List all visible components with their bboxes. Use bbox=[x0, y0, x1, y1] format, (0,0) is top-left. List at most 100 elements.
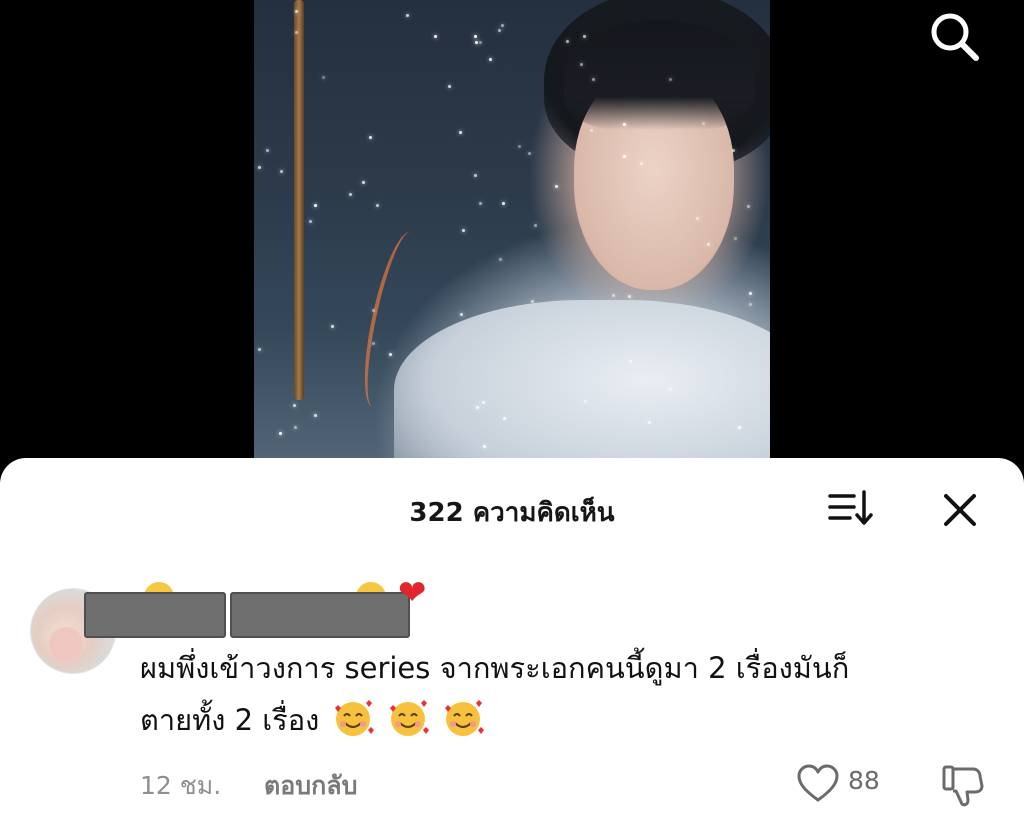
sparkle bbox=[503, 417, 506, 420]
sparkle bbox=[372, 309, 375, 312]
redacted-username bbox=[230, 592, 410, 638]
comment-text-line1: ผมพึ่งเข้าวงการ series จากพระเอกคนนี้ดูม… bbox=[140, 651, 850, 685]
sparkle bbox=[534, 224, 537, 227]
sort-button[interactable] bbox=[826, 488, 876, 528]
sparkle bbox=[434, 35, 437, 38]
smiling-face-with-hearts-icon bbox=[389, 700, 429, 736]
video-robe bbox=[394, 300, 770, 470]
sparkle bbox=[580, 63, 583, 66]
sparkle bbox=[669, 388, 672, 391]
sparkle bbox=[702, 122, 705, 125]
sparkle bbox=[531, 300, 534, 303]
sparkle bbox=[369, 136, 372, 139]
sparkle bbox=[266, 149, 269, 152]
sparkle bbox=[258, 166, 261, 169]
sparkle bbox=[258, 348, 261, 351]
username-row: ❤ bbox=[84, 573, 460, 644]
sparkle bbox=[295, 10, 298, 13]
sparkle bbox=[475, 41, 478, 44]
comments-title-label: ความคิดเห็น bbox=[472, 498, 615, 528]
sparkle bbox=[584, 400, 587, 403]
sparkle bbox=[280, 170, 283, 173]
sparkle bbox=[372, 342, 375, 345]
sparkle bbox=[322, 76, 325, 79]
like-count: 88 bbox=[848, 766, 880, 795]
sparkle bbox=[460, 313, 463, 316]
smiling-face-with-hearts-icon bbox=[445, 700, 484, 736]
sparkle bbox=[583, 35, 586, 38]
sparkle bbox=[696, 217, 699, 220]
sparkle bbox=[707, 243, 710, 246]
sparkle bbox=[331, 325, 334, 328]
comment-text: ผมพึ่งเข้าวงการ series จากพระเอกคนนี้ดูม… bbox=[140, 642, 1000, 746]
comment-time: 12 ชม. bbox=[140, 771, 222, 800]
sparkle bbox=[476, 406, 479, 409]
sparkle bbox=[747, 205, 750, 208]
sparkle bbox=[349, 193, 352, 196]
thumbs-down-icon bbox=[942, 765, 984, 807]
comment-item: ❤ ผมพึ่งเข้าวงการ series จากพระเอกคนนี้ด… bbox=[0, 576, 1024, 816]
close-button[interactable] bbox=[938, 488, 982, 532]
sparkle bbox=[592, 78, 595, 81]
sparkle bbox=[293, 404, 296, 407]
search-icon bbox=[931, 13, 979, 61]
sparkle bbox=[734, 237, 737, 240]
sparkle bbox=[566, 40, 569, 43]
sparkle bbox=[406, 14, 409, 17]
like-button[interactable] bbox=[796, 764, 840, 804]
sparkle bbox=[732, 149, 735, 152]
heart-icon: ❤ bbox=[398, 573, 427, 613]
sparkle bbox=[314, 204, 317, 207]
sparkle bbox=[612, 294, 615, 297]
video-bangs bbox=[564, 20, 754, 130]
sparkle bbox=[738, 426, 741, 429]
sparkle bbox=[749, 303, 752, 306]
reply-button[interactable]: ตอบกลับ bbox=[264, 766, 357, 806]
sparkle bbox=[628, 295, 631, 298]
sparkle bbox=[459, 131, 462, 134]
sparkle bbox=[314, 414, 317, 417]
avatar-photo bbox=[49, 627, 83, 661]
sparkle bbox=[623, 123, 626, 126]
sparkle bbox=[448, 85, 451, 88]
sparkle bbox=[376, 204, 379, 207]
sparkle bbox=[294, 426, 297, 429]
comments-sheet: 322 ความคิดเห็น ❤ ผมพึ่งเข้าวงการ series… bbox=[0, 458, 1024, 827]
sparkle bbox=[489, 58, 492, 61]
sparkle bbox=[309, 220, 312, 223]
sparkle bbox=[482, 401, 485, 404]
close-icon bbox=[944, 494, 976, 526]
sparkle bbox=[501, 24, 504, 27]
sparkle bbox=[623, 155, 626, 158]
sparkle bbox=[462, 229, 465, 232]
sparkle bbox=[474, 35, 477, 38]
dislike-button[interactable] bbox=[940, 764, 986, 808]
sparkle bbox=[483, 445, 486, 448]
sparkle bbox=[648, 421, 651, 424]
sparkle bbox=[518, 145, 521, 148]
sparkle bbox=[479, 202, 482, 205]
sparkle bbox=[362, 181, 365, 184]
sparkle bbox=[474, 174, 477, 177]
sparkle bbox=[499, 258, 502, 261]
sparkle bbox=[295, 31, 298, 34]
comments-count: 322 bbox=[409, 498, 464, 528]
sort-icon bbox=[828, 490, 873, 525]
sparkle bbox=[555, 185, 558, 188]
sparkle bbox=[590, 129, 593, 132]
heart-outline-icon bbox=[797, 764, 839, 802]
sparkle bbox=[629, 360, 632, 363]
smiling-face-with-hearts-icon bbox=[334, 700, 374, 736]
sparkle bbox=[528, 152, 531, 155]
video-staff bbox=[294, 0, 304, 400]
sparkle bbox=[389, 353, 392, 356]
comment-meta: 12 ชม. ตอบกลับ 88 bbox=[140, 764, 1020, 807]
comment-text-line2: ตายทั้ง 2 เรื่อง bbox=[140, 703, 320, 737]
video-player[interactable] bbox=[254, 0, 770, 470]
sparkle bbox=[498, 29, 501, 32]
sparkle bbox=[279, 432, 282, 435]
sparkle bbox=[640, 162, 643, 165]
search-button[interactable] bbox=[926, 10, 982, 62]
sparkle bbox=[749, 292, 752, 295]
screen: 322 ความคิดเห็น ❤ ผมพึ่งเข้าวงการ series… bbox=[0, 0, 1024, 827]
